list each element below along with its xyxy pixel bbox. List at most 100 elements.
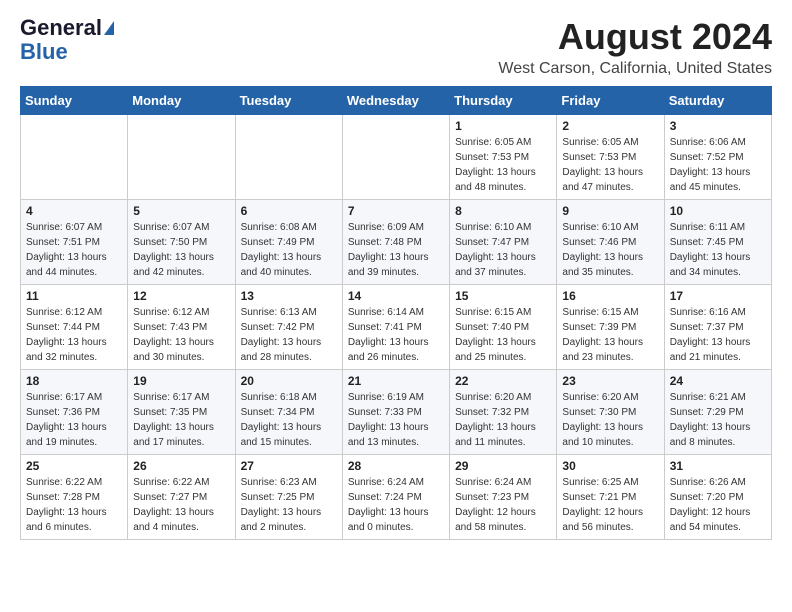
day-cell: 10 Sunrise: 6:11 AMSunset: 7:45 PMDayligh…: [664, 200, 771, 285]
day-info: Sunrise: 6:07 AMSunset: 7:50 PMDaylight:…: [133, 220, 229, 280]
day-number: 15: [455, 289, 551, 303]
weekday-header-monday: Monday: [128, 87, 235, 115]
day-info: Sunrise: 6:08 AMSunset: 7:49 PMDaylight:…: [241, 220, 337, 280]
weekday-header-row: SundayMondayTuesdayWednesdayThursdayFrid…: [21, 87, 772, 115]
day-info: Sunrise: 6:13 AMSunset: 7:42 PMDaylight:…: [241, 305, 337, 365]
day-info: Sunrise: 6:15 AMSunset: 7:40 PMDaylight:…: [455, 305, 551, 365]
week-row-1: 1 Sunrise: 6:05 AMSunset: 7:53 PMDaylight…: [21, 115, 772, 200]
day-info: Sunrise: 6:20 AMSunset: 7:32 PMDaylight:…: [455, 390, 551, 450]
week-row-2: 4 Sunrise: 6:07 AMSunset: 7:51 PMDaylight…: [21, 200, 772, 285]
logo: General Blue: [20, 16, 114, 64]
day-info: Sunrise: 6:12 AMSunset: 7:43 PMDaylight:…: [133, 305, 229, 365]
weekday-header-saturday: Saturday: [664, 87, 771, 115]
day-number: 20: [241, 374, 337, 388]
day-number: 13: [241, 289, 337, 303]
day-number: 12: [133, 289, 229, 303]
day-info: Sunrise: 6:25 AMSunset: 7:21 PMDaylight:…: [562, 475, 658, 535]
day-info: Sunrise: 6:15 AMSunset: 7:39 PMDaylight:…: [562, 305, 658, 365]
day-number: 4: [26, 204, 122, 218]
day-cell: 27 Sunrise: 6:23 AMSunset: 7:25 PMDayligh…: [235, 455, 342, 540]
day-info: Sunrise: 6:21 AMSunset: 7:29 PMDaylight:…: [670, 390, 766, 450]
day-number: 21: [348, 374, 444, 388]
day-info: Sunrise: 6:06 AMSunset: 7:52 PMDaylight:…: [670, 135, 766, 195]
day-info: Sunrise: 6:24 AMSunset: 7:23 PMDaylight:…: [455, 475, 551, 535]
day-cell: 3 Sunrise: 6:06 AMSunset: 7:52 PMDaylight…: [664, 115, 771, 200]
day-info: Sunrise: 6:24 AMSunset: 7:24 PMDaylight:…: [348, 475, 444, 535]
title-area: August 2024 West Carson, California, Uni…: [498, 16, 772, 78]
day-cell: 23Sunrise: 6:20 AMSunset: 7:30 PMDayligh…: [557, 370, 664, 455]
day-info: Sunrise: 6:14 AMSunset: 7:41 PMDaylight:…: [348, 305, 444, 365]
day-number: 7: [348, 204, 444, 218]
day-number: 11: [26, 289, 122, 303]
day-info: Sunrise: 6:10 AMSunset: 7:47 PMDaylight:…: [455, 220, 551, 280]
day-info: Sunrise: 6:22 AMSunset: 7:27 PMDaylight:…: [133, 475, 229, 535]
day-cell: 1Sunrise: 6:05 AMSunset: 7:53 PMDaylight…: [450, 115, 557, 200]
day-cell: 12 Sunrise: 6:12 AMSunset: 7:43 PMDayligh…: [128, 285, 235, 370]
day-cell: [235, 115, 342, 200]
weekday-header-friday: Friday: [557, 87, 664, 115]
day-info: Sunrise: 6:12 AMSunset: 7:44 PMDaylight:…: [26, 305, 122, 365]
weekday-header-tuesday: Tuesday: [235, 87, 342, 115]
day-number: 19: [133, 374, 229, 388]
day-cell: 16 Sunrise: 6:15 AMSunset: 7:39 PMDayligh…: [557, 285, 664, 370]
day-number: 16: [562, 289, 658, 303]
day-cell: 9 Sunrise: 6:10 AMSunset: 7:46 PMDaylight…: [557, 200, 664, 285]
day-cell: 22 Sunrise: 6:20 AMSunset: 7:32 PMDayligh…: [450, 370, 557, 455]
day-number: 29: [455, 459, 551, 473]
week-row-3: 11 Sunrise: 6:12 AMSunset: 7:44 PMDayligh…: [21, 285, 772, 370]
location-title: West Carson, California, United States: [498, 60, 772, 78]
day-cell: 21 Sunrise: 6:19 AMSunset: 7:33 PMDayligh…: [342, 370, 449, 455]
day-cell: 20Sunrise: 6:18 AMSunset: 7:34 PMDayligh…: [235, 370, 342, 455]
day-cell: 14 Sunrise: 6:14 AMSunset: 7:41 PMDayligh…: [342, 285, 449, 370]
weekday-header-thursday: Thursday: [450, 87, 557, 115]
day-cell: 25Sunrise: 6:22 AMSunset: 7:28 PMDayligh…: [21, 455, 128, 540]
day-number: 8: [455, 204, 551, 218]
day-number: 3: [670, 119, 766, 133]
header: General Blue August 2024 West Carson, Ca…: [20, 16, 772, 78]
day-info: Sunrise: 6:05 AMSunset: 7:53 PMDaylight:…: [562, 135, 658, 195]
week-row-5: 25Sunrise: 6:22 AMSunset: 7:28 PMDayligh…: [21, 455, 772, 540]
day-info: Sunrise: 6:09 AMSunset: 7:48 PMDaylight:…: [348, 220, 444, 280]
day-number: 5: [133, 204, 229, 218]
week-row-4: 18Sunrise: 6:17 AMSunset: 7:36 PMDayligh…: [21, 370, 772, 455]
day-number: 2: [562, 119, 658, 133]
day-cell: 2 Sunrise: 6:05 AMSunset: 7:53 PMDaylight…: [557, 115, 664, 200]
day-number: 27: [241, 459, 337, 473]
day-cell: 7 Sunrise: 6:09 AMSunset: 7:48 PMDaylight…: [342, 200, 449, 285]
day-info: Sunrise: 6:26 AMSunset: 7:20 PMDaylight:…: [670, 475, 766, 535]
day-info: Sunrise: 6:20 AMSunset: 7:30 PMDaylight:…: [562, 390, 658, 450]
day-number: 10: [670, 204, 766, 218]
day-cell: 6Sunrise: 6:08 AMSunset: 7:49 PMDaylight…: [235, 200, 342, 285]
day-info: Sunrise: 6:10 AMSunset: 7:46 PMDaylight:…: [562, 220, 658, 280]
day-number: 9: [562, 204, 658, 218]
day-number: 25: [26, 459, 122, 473]
day-number: 26: [133, 459, 229, 473]
calendar-table: SundayMondayTuesdayWednesdayThursdayFrid…: [20, 86, 772, 540]
day-number: 30: [562, 459, 658, 473]
day-info: Sunrise: 6:11 AMSunset: 7:45 PMDaylight:…: [670, 220, 766, 280]
logo-general: General: [20, 16, 102, 40]
day-number: 22: [455, 374, 551, 388]
day-cell: [21, 115, 128, 200]
day-number: 14: [348, 289, 444, 303]
day-cell: 15 Sunrise: 6:15 AMSunset: 7:40 PMDayligh…: [450, 285, 557, 370]
day-cell: 26 Sunrise: 6:22 AMSunset: 7:27 PMDayligh…: [128, 455, 235, 540]
weekday-header-sunday: Sunday: [21, 87, 128, 115]
day-info: Sunrise: 6:19 AMSunset: 7:33 PMDaylight:…: [348, 390, 444, 450]
day-info: Sunrise: 6:17 AMSunset: 7:35 PMDaylight:…: [133, 390, 229, 450]
day-cell: [128, 115, 235, 200]
day-number: 31: [670, 459, 766, 473]
day-cell: 29 Sunrise: 6:24 AMSunset: 7:23 PMDayligh…: [450, 455, 557, 540]
day-info: Sunrise: 6:07 AMSunset: 7:51 PMDaylight:…: [26, 220, 122, 280]
day-cell: 18Sunrise: 6:17 AMSunset: 7:36 PMDayligh…: [21, 370, 128, 455]
day-number: 24: [670, 374, 766, 388]
day-cell: 31 Sunrise: 6:26 AMSunset: 7:20 PMDayligh…: [664, 455, 771, 540]
day-cell: 8 Sunrise: 6:10 AMSunset: 7:47 PMDaylight…: [450, 200, 557, 285]
day-number: 1: [455, 119, 551, 133]
day-cell: 5 Sunrise: 6:07 AMSunset: 7:50 PMDaylight…: [128, 200, 235, 285]
day-info: Sunrise: 6:23 AMSunset: 7:25 PMDaylight:…: [241, 475, 337, 535]
day-info: Sunrise: 6:16 AMSunset: 7:37 PMDaylight:…: [670, 305, 766, 365]
day-number: 18: [26, 374, 122, 388]
day-cell: [342, 115, 449, 200]
day-cell: 30 Sunrise: 6:25 AMSunset: 7:21 PMDayligh…: [557, 455, 664, 540]
